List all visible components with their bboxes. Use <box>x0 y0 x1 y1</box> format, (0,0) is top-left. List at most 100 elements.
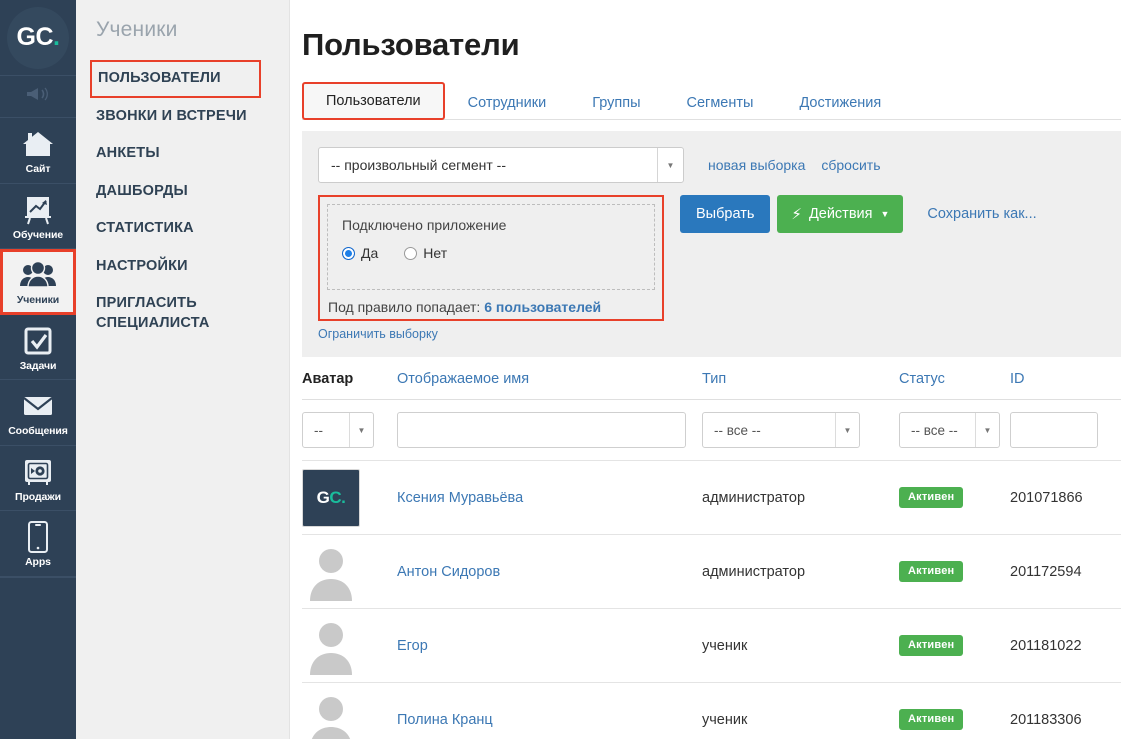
rule-match-prefix: Под правило попадает: <box>328 299 480 315</box>
rule-label: Подключено приложение <box>342 217 640 233</box>
rule-radio-group: Да Нет <box>342 245 640 261</box>
table-row[interactable]: GC. Ксения Муравьёва администратор Актив… <box>302 460 1121 534</box>
users-table: Аватар Отображаемое имя Тип Статус ID --… <box>302 371 1121 739</box>
rail-item-sales[interactable]: Продажи <box>0 446 76 512</box>
chart-board-icon <box>18 193 58 227</box>
rule-match-count: Под правило попадает: 6 пользователей <box>327 299 655 315</box>
sidebar-item-statistics[interactable]: СТАТИСТИКА <box>76 210 289 248</box>
user-name-link[interactable]: Егор <box>397 638 428 654</box>
cell-status: Активен <box>899 487 1010 508</box>
rail-item-students[interactable]: Ученики <box>0 249 76 315</box>
column-header-type[interactable]: Тип <box>702 371 899 387</box>
tab-groups[interactable]: Группы <box>569 85 663 120</box>
brand-logo[interactable]: GC. <box>0 0 76 76</box>
cell-id: 201181022 <box>1010 638 1121 654</box>
lightning-bolt-icon: ⚡ <box>791 205 802 223</box>
column-header-name[interactable]: Отображаемое имя <box>397 371 702 387</box>
tab-achievements[interactable]: Достижения <box>776 85 904 120</box>
chevron-down-icon: ▼ <box>349 413 373 447</box>
sidebar-item-invite-specialist[interactable]: ПРИГЛАСИТЬ СПЕЦИАЛИСТА <box>76 285 226 342</box>
radio-yes-label: Да <box>361 245 378 261</box>
radio-no[interactable]: Нет <box>404 245 447 261</box>
smartphone-icon <box>18 520 58 554</box>
reset-link[interactable]: сбросить <box>821 157 880 173</box>
rail-spacer <box>0 577 76 739</box>
rail-item-site[interactable]: Сайт <box>0 118 76 184</box>
safe-box-icon <box>18 455 58 489</box>
avatar-filter-select[interactable]: -- ▼ <box>302 412 374 448</box>
rail-item-apps[interactable]: Apps <box>0 511 76 577</box>
limit-selection-link[interactable]: Ограничить выборку <box>318 327 438 341</box>
table-row[interactable]: Егор ученик Активен 201181022 <box>302 608 1121 682</box>
megaphone-nav-item[interactable] <box>0 76 76 118</box>
type-filter-select[interactable]: -- все -- ▼ <box>702 412 860 448</box>
status-filter-select[interactable]: -- все -- ▼ <box>899 412 1000 448</box>
avatar-filter-value: -- <box>303 423 349 438</box>
rail-label-messages: Сообщения <box>8 426 68 438</box>
segment-select[interactable]: -- произвольный сегмент -- ▼ <box>318 147 684 183</box>
avatar-logo-g: G <box>317 488 330 508</box>
tab-users[interactable]: Пользователи <box>302 82 445 120</box>
rule-block: Подключено приложение Да Нет Под правило <box>318 195 664 321</box>
table-row[interactable]: Полина Кранц ученик Активен 201183306 <box>302 682 1121 739</box>
cell-id: 201183306 <box>1010 712 1121 728</box>
avatar-placeholder-icon <box>302 691 360 739</box>
user-name-link[interactable]: Ксения Муравьёва <box>397 490 523 506</box>
actions-button[interactable]: ⚡ Действия ▼ <box>777 195 903 233</box>
sidebar-item-forms[interactable]: АНКЕТЫ <box>76 135 289 173</box>
rail-item-tasks[interactable]: Задачи <box>0 315 76 381</box>
save-as-link[interactable]: Сохранить как... <box>927 206 1036 222</box>
segment-select-value: -- произвольный сегмент -- <box>319 157 657 173</box>
tab-bar: Пользователи Сотрудники Группы Сегменты … <box>302 81 1121 120</box>
table-header-row: Аватар Отображаемое имя Тип Статус ID <box>302 371 1121 400</box>
rail-item-messages[interactable]: Сообщения <box>0 380 76 446</box>
cell-status: Активен <box>899 709 1010 730</box>
radio-yes[interactable]: Да <box>342 245 378 261</box>
status-badge: Активен <box>899 487 963 508</box>
envelope-icon <box>18 389 58 423</box>
cell-type: администратор <box>702 564 899 580</box>
filter-cell-status: -- все -- ▼ <box>899 412 1010 448</box>
chevron-down-icon: ▼ <box>835 413 859 447</box>
filter-cell-type: -- все -- ▼ <box>702 412 899 448</box>
cell-status: Активен <box>899 561 1010 582</box>
table-row[interactable]: Антон Сидоров администратор Активен 2011… <box>302 534 1121 608</box>
rule-match-value[interactable]: 6 пользователей <box>484 299 601 315</box>
tab-employees[interactable]: Сотрудники <box>445 85 570 120</box>
sidebar-item-settings[interactable]: НАСТРОЙКИ <box>76 248 289 286</box>
home-icon <box>18 127 58 161</box>
logo-text-dot: . <box>53 23 59 52</box>
section-menu-title: Ученики <box>76 18 289 60</box>
radio-no-dot <box>404 247 417 260</box>
chevron-down-icon: ▼ <box>880 209 889 219</box>
rail-item-education[interactable]: Обучение <box>0 184 76 250</box>
logo-circle: GC. <box>7 7 69 69</box>
rail-label-education: Обучение <box>13 230 63 242</box>
sidebar-item-dashboards[interactable]: ДАШБОРДЫ <box>76 173 289 211</box>
status-badge: Активен <box>899 561 963 582</box>
rule-condition-box: Подключено приложение Да Нет <box>327 204 655 290</box>
status-filter-value: -- все -- <box>900 423 975 438</box>
checkbox-icon <box>18 324 58 358</box>
user-name-link[interactable]: Антон Сидоров <box>397 564 500 580</box>
primary-nav-rail: GC. Сайт Обучение <box>0 0 76 739</box>
tab-segments[interactable]: Сегменты <box>664 85 777 120</box>
column-header-status[interactable]: Статус <box>899 371 1010 387</box>
select-button[interactable]: Выбрать <box>680 195 770 233</box>
megaphone-icon <box>25 86 51 107</box>
filter-cell-id <box>1010 412 1121 448</box>
segment-row: -- произвольный сегмент -- ▼ новая выбор… <box>318 147 1121 183</box>
id-filter-input[interactable] <box>1010 412 1098 448</box>
name-filter-input[interactable] <box>397 412 686 448</box>
cell-name: Ксения Муравьёва <box>397 490 702 506</box>
sidebar-item-calls-meetings[interactable]: ЗВОНКИ И ВСТРЕЧИ <box>76 98 289 136</box>
cell-id: 201071866 <box>1010 490 1121 506</box>
table-filter-row: -- ▼ -- все -- ▼ -- все -- ▼ <box>302 400 1121 460</box>
filter-cell-avatar: -- ▼ <box>302 412 397 448</box>
column-header-id[interactable]: ID <box>1010 371 1121 387</box>
new-selection-link[interactable]: новая выборка <box>708 157 805 173</box>
user-name-link[interactable]: Полина Кранц <box>397 712 493 728</box>
sidebar-item-users[interactable]: ПОЛЬЗОВАТЕЛИ <box>90 60 261 98</box>
page-title: Пользователи <box>290 0 1121 63</box>
avatar-placeholder-icon <box>302 617 360 675</box>
